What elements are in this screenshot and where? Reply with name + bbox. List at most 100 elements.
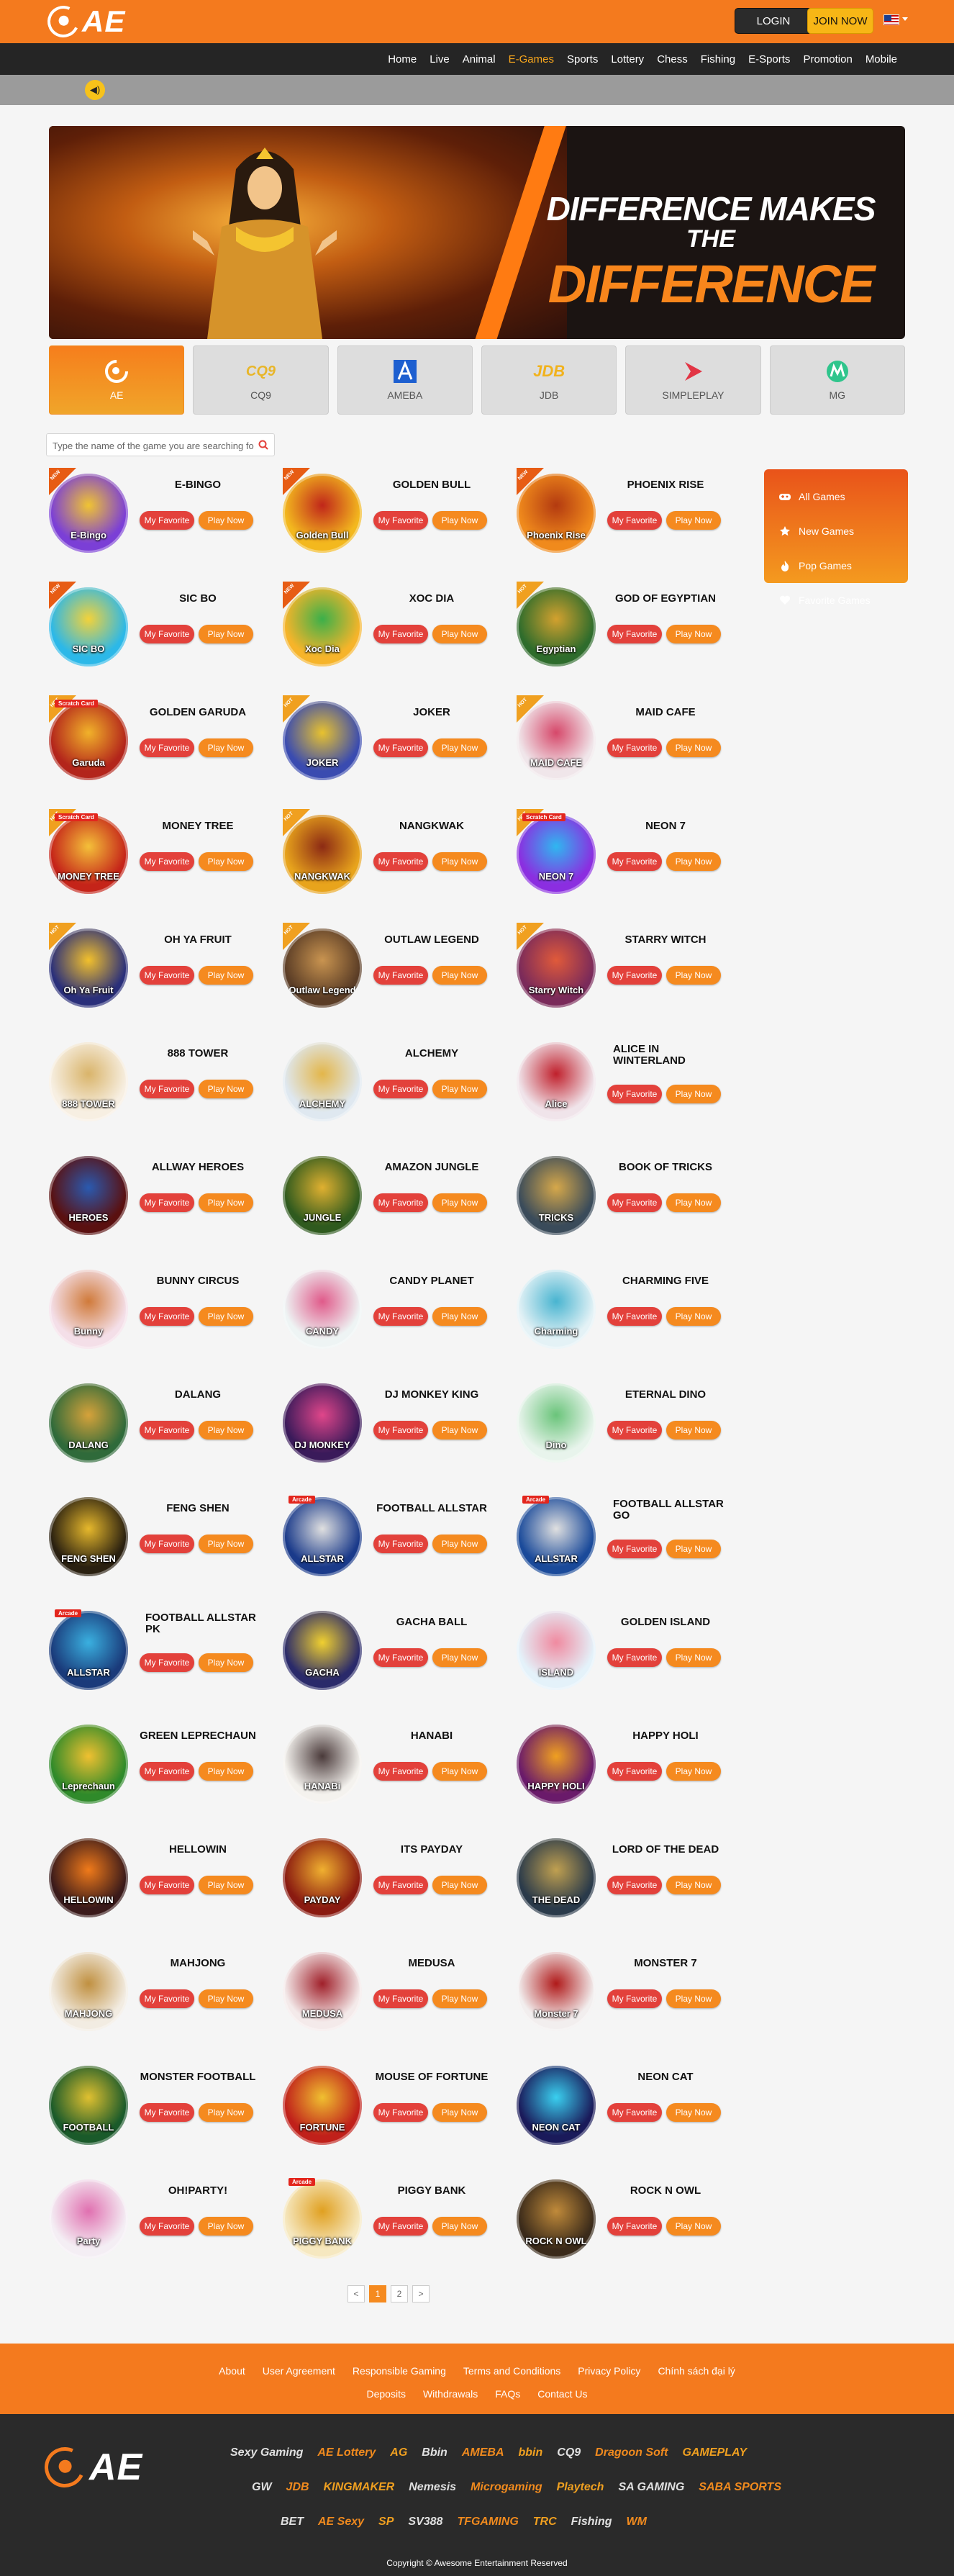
game-thumbnail[interactable]: CANDY <box>283 1270 362 1349</box>
game-thumbnail[interactable]: HAPPY HOLI <box>517 1725 596 1804</box>
tab-simpleplay[interactable]: SIMPLEPLAY <box>625 345 761 415</box>
my-favorite-button[interactable]: My Favorite <box>607 625 662 643</box>
play-now-button[interactable]: Play Now <box>666 1648 721 1667</box>
my-favorite-button[interactable]: My Favorite <box>607 1085 662 1103</box>
play-now-button[interactable]: Play Now <box>432 511 487 530</box>
my-favorite-button[interactable]: My Favorite <box>607 966 662 985</box>
my-favorite-button[interactable]: My Favorite <box>607 2103 662 2122</box>
my-favorite-button[interactable]: My Favorite <box>140 1080 194 1098</box>
my-favorite-button[interactable]: My Favorite <box>140 625 194 643</box>
play-now-button[interactable]: Play Now <box>432 1762 487 1781</box>
chevron-down-icon[interactable] <box>902 17 908 21</box>
play-now-button[interactable]: Play Now <box>199 1421 253 1440</box>
footer-link-deposits[interactable]: Deposits <box>358 2388 414 2400</box>
footer-link-about[interactable]: About <box>210 2365 254 2377</box>
my-favorite-button[interactable]: My Favorite <box>140 738 194 757</box>
game-thumbnail[interactable]: DJ MONKEY <box>283 1383 362 1463</box>
my-favorite-button[interactable]: My Favorite <box>607 1193 662 1212</box>
game-thumbnail[interactable]: MEDUSA <box>283 1952 362 2031</box>
ae-logo[interactable]: AE <box>42 1 125 42</box>
game-thumbnail[interactable]: Dino <box>517 1383 596 1463</box>
footer-link-ch-nh-s-ch-i-l-[interactable]: Chính sách đại lý <box>649 2365 743 2377</box>
tab-ameba[interactable]: AMEBA <box>337 345 473 415</box>
my-favorite-button[interactable]: My Favorite <box>607 1540 662 1558</box>
nav-item-chess[interactable]: Chess <box>650 53 694 65</box>
play-now-button[interactable]: Play Now <box>666 1085 721 1103</box>
game-thumbnail[interactable]: HEROES <box>49 1156 128 1235</box>
my-favorite-button[interactable]: My Favorite <box>373 1648 428 1667</box>
search-input[interactable] <box>53 438 254 453</box>
play-now-button[interactable]: Play Now <box>432 1193 487 1212</box>
footer-link-faqs[interactable]: FAQs <box>486 2388 529 2400</box>
play-now-button[interactable]: Play Now <box>666 738 721 757</box>
play-now-button[interactable]: Play Now <box>432 1648 487 1667</box>
play-now-button[interactable]: Play Now <box>666 1307 721 1326</box>
my-favorite-button[interactable]: My Favorite <box>607 1307 662 1326</box>
search-icon[interactable] <box>258 440 268 450</box>
my-favorite-button[interactable]: My Favorite <box>140 1307 194 1326</box>
game-thumbnail[interactable]: ALLSTAR <box>517 1497 596 1576</box>
game-thumbnail[interactable]: Bunny <box>49 1270 128 1349</box>
tab-jdb[interactable]: JDB JDB <box>481 345 617 415</box>
login-button[interactable]: LOGIN <box>735 8 812 34</box>
nav-item-e-games[interactable]: E-Games <box>502 53 560 65</box>
game-thumbnail[interactable]: THE DEAD <box>517 1838 596 1917</box>
footer-link-user-agreement[interactable]: User Agreement <box>254 2365 344 2377</box>
nav-item-animal[interactable]: Animal <box>456 53 502 65</box>
my-favorite-button[interactable]: My Favorite <box>140 1193 194 1212</box>
game-thumbnail[interactable]: PAYDAY <box>283 1838 362 1917</box>
play-now-button[interactable]: Play Now <box>199 1989 253 2008</box>
footer-link-withdrawals[interactable]: Withdrawals <box>414 2388 486 2400</box>
page-1-button[interactable]: 1 <box>369 2285 386 2302</box>
game-thumbnail[interactable]: Leprechaun <box>49 1725 128 1804</box>
my-favorite-button[interactable]: My Favorite <box>607 1421 662 1440</box>
join-now-button[interactable]: JOIN NOW <box>807 8 873 34</box>
my-favorite-button[interactable]: My Favorite <box>140 1762 194 1781</box>
game-thumbnail[interactable]: FORTUNE <box>283 2066 362 2145</box>
my-favorite-button[interactable]: My Favorite <box>140 511 194 530</box>
my-favorite-button[interactable]: My Favorite <box>373 2103 428 2122</box>
nav-item-live[interactable]: Live <box>423 53 456 65</box>
next-page-button[interactable]: > <box>412 2285 430 2302</box>
us-flag-icon[interactable] <box>883 14 899 25</box>
my-favorite-button[interactable]: My Favorite <box>373 2217 428 2236</box>
promo-banner[interactable]: DIFFERENCE MAKES THE DIFFERENCE <box>49 126 905 339</box>
my-favorite-button[interactable]: My Favorite <box>140 1876 194 1894</box>
play-now-button[interactable]: Play Now <box>666 2217 721 2236</box>
play-now-button[interactable]: Play Now <box>199 852 253 871</box>
play-now-button[interactable]: Play Now <box>199 625 253 643</box>
play-now-button[interactable]: Play Now <box>666 1540 721 1558</box>
game-thumbnail[interactable]: JUNGLE <box>283 1156 362 1235</box>
footer-link-contact-us[interactable]: Contact Us <box>529 2388 596 2400</box>
game-thumbnail[interactable]: ALLSTAR <box>283 1497 362 1576</box>
prev-page-button[interactable]: < <box>347 2285 365 2302</box>
play-now-button[interactable]: Play Now <box>432 738 487 757</box>
my-favorite-button[interactable]: My Favorite <box>373 1307 428 1326</box>
my-favorite-button[interactable]: My Favorite <box>607 852 662 871</box>
play-now-button[interactable]: Play Now <box>199 2217 253 2236</box>
my-favorite-button[interactable]: My Favorite <box>140 1989 194 2008</box>
category-pop-games[interactable]: Pop Games <box>764 548 908 583</box>
play-now-button[interactable]: Play Now <box>432 2103 487 2122</box>
my-favorite-button[interactable]: My Favorite <box>140 2103 194 2122</box>
play-now-button[interactable]: Play Now <box>666 852 721 871</box>
tab-cq9[interactable]: CQ9 CQ9 <box>193 345 329 415</box>
game-thumbnail[interactable]: ROCK N OWL <box>517 2179 596 2259</box>
play-now-button[interactable]: Play Now <box>666 1989 721 2008</box>
category-all-games[interactable]: All Games <box>764 479 908 514</box>
my-favorite-button[interactable]: My Favorite <box>607 1648 662 1667</box>
my-favorite-button[interactable]: My Favorite <box>607 511 662 530</box>
game-thumbnail[interactable]: Charming <box>517 1270 596 1349</box>
game-thumbnail[interactable]: ALLSTAR <box>49 1611 128 1690</box>
game-thumbnail[interactable]: ALCHEMY <box>283 1042 362 1121</box>
play-now-button[interactable]: Play Now <box>432 1876 487 1894</box>
game-thumbnail[interactable]: PIGGY BANK <box>283 2179 362 2259</box>
game-thumbnail[interactable]: ISLAND <box>517 1611 596 1690</box>
my-favorite-button[interactable]: My Favorite <box>373 1535 428 1553</box>
game-thumbnail[interactable]: NEON CAT <box>517 2066 596 2145</box>
nav-item-mobile[interactable]: Mobile <box>859 53 904 65</box>
game-thumbnail[interactable]: MAHJONG <box>49 1952 128 2031</box>
game-thumbnail[interactable]: FENG SHEN <box>49 1497 128 1576</box>
play-now-button[interactable]: Play Now <box>199 2103 253 2122</box>
game-thumbnail[interactable]: GACHA <box>283 1611 362 1690</box>
